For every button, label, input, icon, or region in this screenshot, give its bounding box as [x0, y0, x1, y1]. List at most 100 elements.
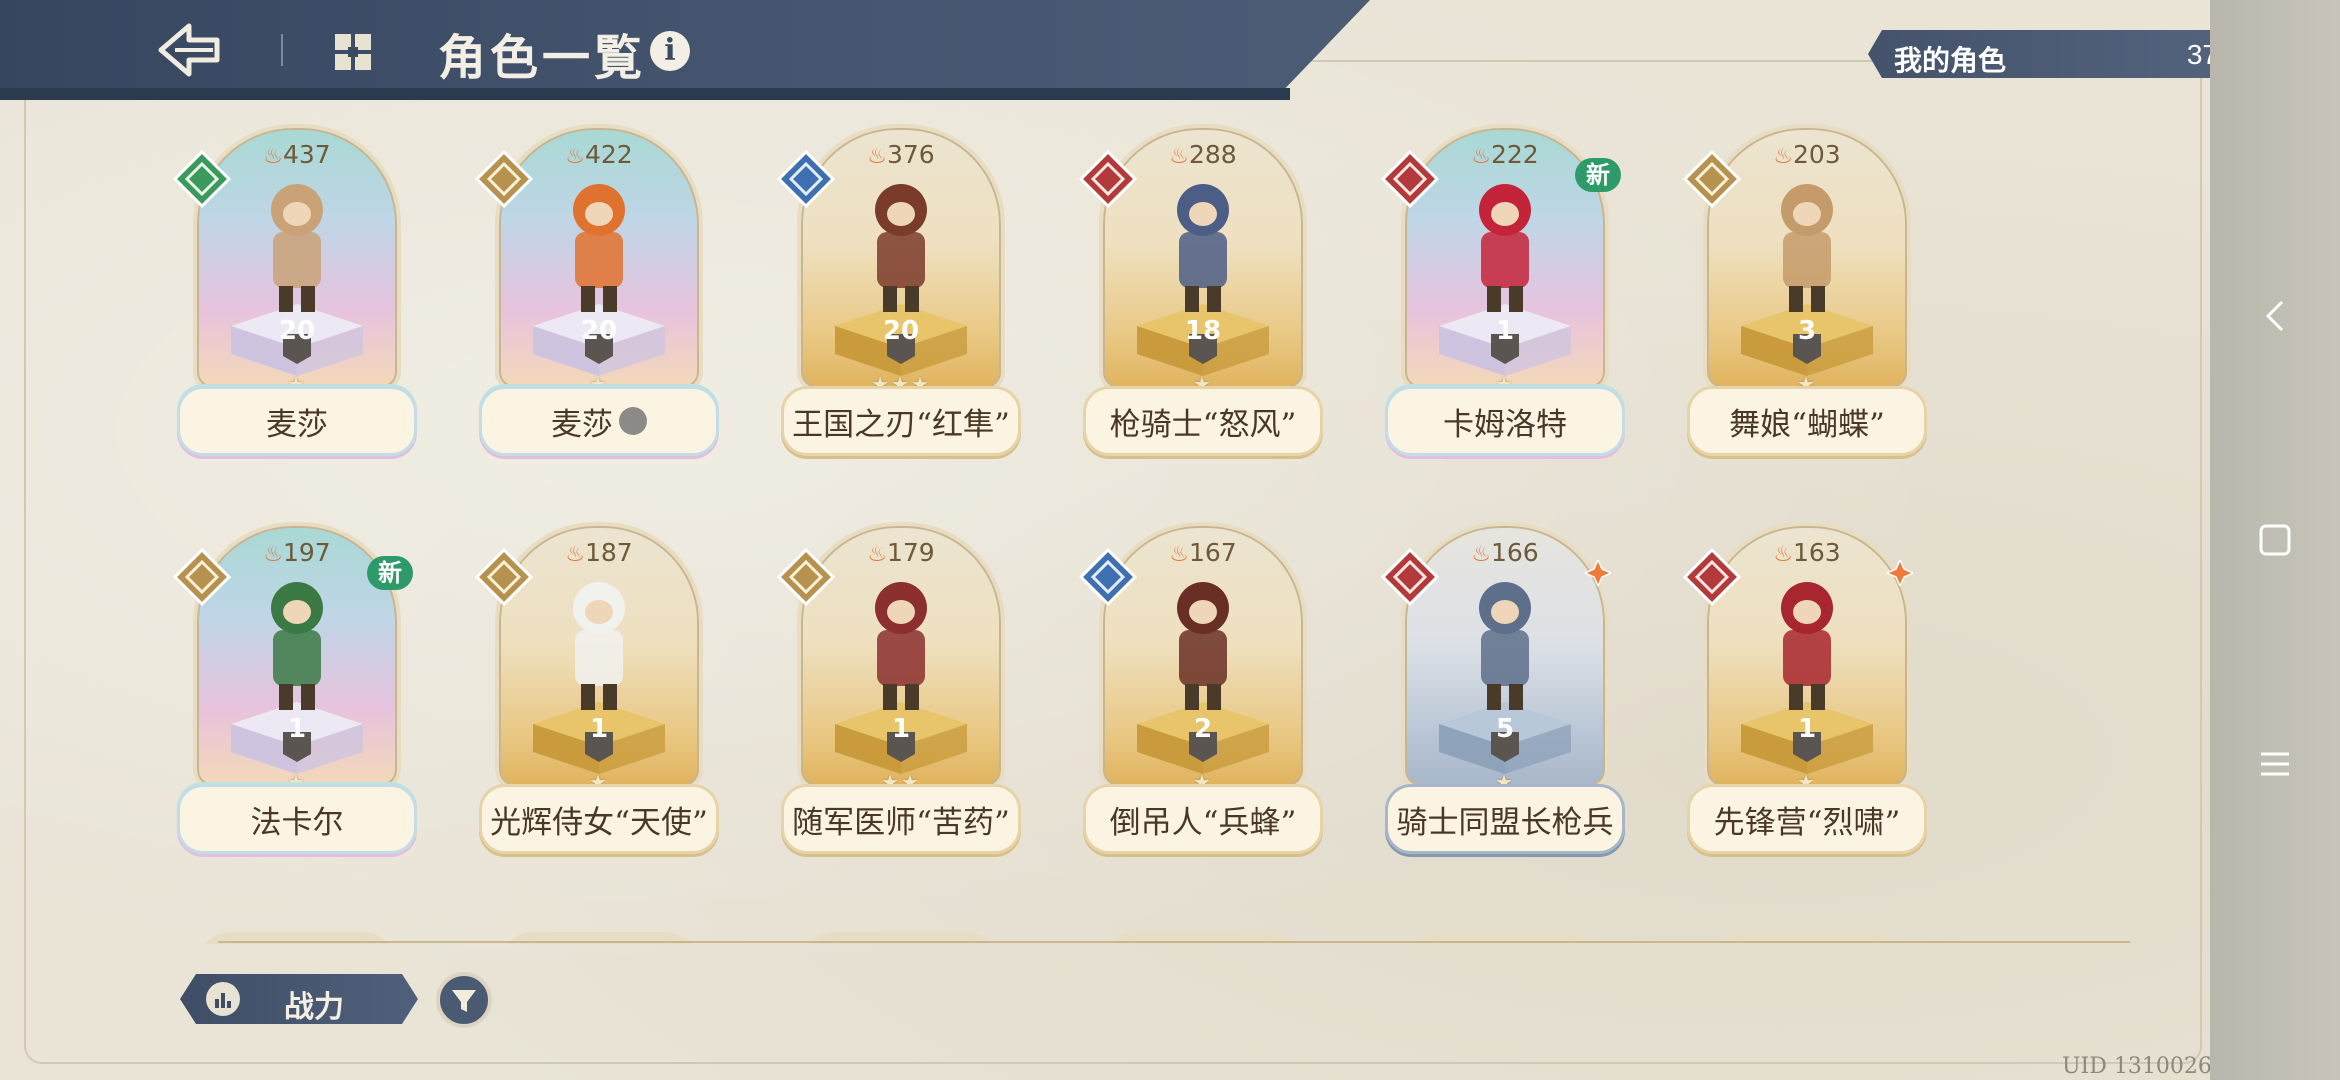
character-sprite: [573, 184, 625, 312]
power-number: 163: [1793, 538, 1841, 567]
character-card[interactable]: ♨163 1 ★ 先锋营“烈啸”: [1683, 522, 1927, 862]
new-badge: 新: [367, 556, 413, 590]
character-card[interactable]: ♨288 18 ★ 枪骑士“怒风”: [1079, 124, 1323, 464]
character-name-plate: 倒吊人“兵蜂”: [1083, 784, 1323, 854]
nav-menu-button[interactable]: [2210, 724, 2340, 804]
level-badge: 1: [1495, 316, 1515, 346]
character-card[interactable]: ♨376 20 ★★★ 王国之刃“红隼”: [777, 124, 1021, 464]
character-name-plate: 法卡尔: [177, 784, 417, 854]
gold-star-icon: [1683, 150, 1741, 208]
sort-label: 战力: [284, 990, 344, 1025]
character-name-plate: 枪骑士“怒风”: [1083, 386, 1323, 456]
character-card[interactable]: ♨167 2 ★ 倒吊人“兵蜂”: [1079, 522, 1323, 862]
red-sword-icon: [1079, 150, 1137, 208]
level-badge: 20: [278, 316, 316, 346]
power-number: 167: [1189, 538, 1237, 567]
level-badge: 1: [589, 714, 609, 744]
page-title: 角色一覧: [438, 30, 647, 86]
power-number: 166: [1491, 538, 1539, 567]
system-nav-bar: [2210, 0, 2340, 1080]
info-icon[interactable]: i: [650, 31, 690, 71]
character-card[interactable]: ♨179 1 ★★ 随军医师“苦药”: [777, 522, 1021, 862]
power-number: 288: [1189, 140, 1237, 169]
character-name: 光辉侍女“天使”: [490, 804, 708, 841]
character-sprite: [1781, 184, 1833, 312]
nav-back-button[interactable]: [2210, 276, 2340, 356]
character-card[interactable]: ♨166 5 ★ 骑士同盟长枪兵: [1381, 522, 1625, 862]
character-name: 舞娘“蝴蝶”: [1729, 406, 1885, 443]
power-number: 422: [585, 140, 633, 169]
gold-star-icon: [475, 150, 533, 208]
character-name-plate: 随军医师“苦药”: [781, 784, 1021, 854]
gold-star-icon: [173, 548, 231, 606]
my-characters-label: 我的角色: [1894, 45, 2007, 76]
gold-star-icon: [475, 548, 533, 606]
square-icon: [2259, 524, 2291, 556]
sort-by-power-button[interactable]: 战力: [180, 974, 418, 1024]
power-number: 187: [585, 538, 633, 567]
character-name: 枪骑士“怒风”: [1109, 406, 1297, 443]
level-badge: 5: [1495, 714, 1515, 744]
gold-star-icon: [777, 548, 835, 606]
character-name-plate: 麦莎: [479, 386, 719, 456]
menu-icon: [2261, 752, 2289, 776]
header-divider: [281, 34, 283, 66]
level-badge: 1: [287, 714, 307, 744]
list-separator: [218, 941, 2130, 943]
character-name: 王国之刃“红隼”: [792, 406, 1010, 443]
character-card[interactable]: ♨437 20 ★ 麦莎: [173, 124, 417, 464]
character-name: 麦莎: [551, 406, 613, 443]
header-shadow: [0, 88, 1290, 100]
nav-home-button[interactable]: [2210, 500, 2340, 580]
level-badge: 2: [1193, 714, 1213, 744]
variant-icon: [619, 407, 647, 435]
character-name-plate: 舞娘“蝴蝶”: [1687, 386, 1927, 456]
spark-icon: [1585, 560, 1611, 586]
character-sprite: [573, 582, 625, 710]
character-sprite: [271, 184, 323, 312]
spark-icon: [1887, 560, 1913, 586]
character-name: 先锋营“烈啸”: [1713, 804, 1901, 841]
character-sprite: [1177, 582, 1229, 710]
level-badge: 18: [1184, 316, 1222, 346]
power-number: 179: [887, 538, 935, 567]
character-card[interactable]: ♨222 1 ★ 新卡姆洛特: [1381, 124, 1625, 464]
character-name-plate: 光辉侍女“天使”: [479, 784, 719, 854]
back-arrow-icon: [158, 23, 220, 77]
character-sprite: [875, 582, 927, 710]
character-card[interactable]: ♨422 20 ★ 麦莎: [475, 124, 719, 464]
character-sprite: [1177, 184, 1229, 312]
filter-icon: [452, 990, 476, 1012]
filter-button[interactable]: [436, 972, 492, 1028]
character-name: 随军医师“苦药”: [792, 804, 1010, 841]
level-badge: 20: [882, 316, 920, 346]
green-shield-icon: [173, 150, 231, 208]
character-name-plate: 先锋营“烈啸”: [1687, 784, 1927, 854]
level-badge: 1: [1797, 714, 1817, 744]
power-number: 203: [1793, 140, 1841, 169]
level-badge: 3: [1797, 316, 1817, 346]
power-number: 197: [283, 538, 331, 567]
power-number: 376: [887, 140, 935, 169]
character-card[interactable]: ♨203 3 ★ 舞娘“蝴蝶”: [1683, 124, 1927, 464]
character-name-plate: 骑士同盟长枪兵: [1385, 784, 1625, 854]
chevron-left-icon: [2265, 300, 2284, 332]
character-name: 倒吊人“兵蜂”: [1109, 804, 1297, 841]
character-card[interactable]: ♨197 1 ★ 新法卡尔: [173, 522, 417, 862]
character-name: 麦莎: [266, 406, 328, 443]
bar-chart-icon: [206, 982, 240, 1016]
character-card[interactable]: ♨187 1 ★ 光辉侍女“天使”: [475, 522, 719, 862]
blue-swords-icon: [1079, 548, 1137, 606]
character-name: 卡姆洛特: [1443, 406, 1567, 443]
power-number: 222: [1491, 140, 1539, 169]
character-sprite: [875, 184, 927, 312]
red-sword-icon: [1381, 548, 1439, 606]
level-badge: 20: [580, 316, 618, 346]
character-sprite: [271, 582, 323, 710]
grid-icon: [333, 32, 373, 72]
new-badge: 新: [1575, 158, 1621, 192]
power-number: 437: [283, 140, 331, 169]
character-name-plate: 麦莎: [177, 386, 417, 456]
character-sprite: [1479, 582, 1531, 710]
back-button[interactable]: [155, 18, 225, 82]
